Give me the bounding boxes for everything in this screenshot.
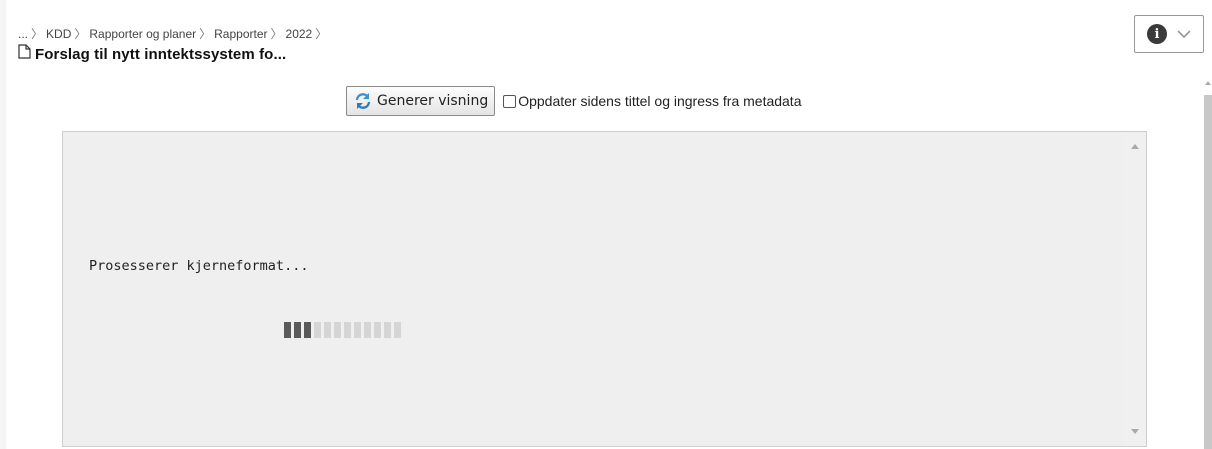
chevron-right-icon: 〉 <box>315 27 328 41</box>
preview-toolbar: Generer visning Oppdater sidens tittel o… <box>346 86 802 116</box>
page-title: Forslag til nytt inntektssystem fo... <box>35 45 287 63</box>
main-content: Generer visning Oppdater sidens tittel o… <box>6 75 1204 449</box>
page-scrollbar[interactable] <box>1204 75 1212 449</box>
update-title-checkbox-label[interactable]: Oppdater sidens tittel og ingress fra me… <box>518 93 801 109</box>
progress-segment <box>354 322 361 338</box>
progress-segment <box>314 322 321 338</box>
generate-view-label: Generer visning <box>377 93 489 109</box>
loading-progress-bar <box>284 322 404 338</box>
breadcrumb: ... 〉 KDD 〉 Rapporter og planer 〉 Rappor… <box>18 25 330 42</box>
chevron-down-icon <box>1177 30 1191 38</box>
preview-scrollbar[interactable] <box>1124 132 1146 446</box>
page-header: ... 〉 KDD 〉 Rapporter og planer 〉 Rappor… <box>6 0 1212 75</box>
preview-panel: Prosesserer kjerneformat... <box>62 131 1147 447</box>
page-scroll-thumb[interactable] <box>1204 95 1212 449</box>
chevron-right-icon: 〉 <box>74 27 87 41</box>
progress-segment <box>334 322 341 338</box>
breadcrumb-item-rapporter-og-planer[interactable]: Rapporter og planer <box>89 27 196 41</box>
cms-page: ... 〉 KDD 〉 Rapporter og planer 〉 Rappor… <box>0 0 1212 449</box>
breadcrumb-item-ellipsis[interactable]: ... <box>18 27 28 41</box>
progress-segment <box>394 322 401 338</box>
progress-segment <box>384 322 391 338</box>
update-title-checkbox[interactable] <box>503 94 517 108</box>
chevron-right-icon: 〉 <box>199 27 212 41</box>
progress-segment <box>304 322 311 338</box>
info-dropdown-button[interactable]: i <box>1134 15 1204 53</box>
page-scroll-up-icon[interactable] <box>1205 81 1211 85</box>
chevron-right-icon: 〉 <box>270 27 283 41</box>
processing-status-text: Prosesserer kjerneformat... <box>89 258 309 274</box>
progress-segment <box>284 322 291 338</box>
progress-segment <box>294 322 301 338</box>
progress-segment <box>344 322 351 338</box>
scroll-down-arrow-icon[interactable] <box>1131 429 1139 434</box>
page-title-row: Forslag til nytt inntektssystem fo... <box>18 44 286 64</box>
chevron-right-icon: 〉 <box>31 27 44 41</box>
info-icon: i <box>1147 24 1167 44</box>
breadcrumb-item-2022[interactable]: 2022 <box>286 27 313 41</box>
document-icon <box>18 44 31 64</box>
breadcrumb-item-kdd[interactable]: KDD <box>46 27 71 41</box>
generate-view-button[interactable]: Generer visning <box>346 86 496 116</box>
progress-segment <box>364 322 371 338</box>
progress-segment <box>374 322 381 338</box>
scroll-up-arrow-icon[interactable] <box>1131 144 1139 149</box>
progress-segment <box>324 322 331 338</box>
breadcrumb-item-rapporter[interactable]: Rapporter <box>214 27 267 41</box>
refresh-icon <box>353 91 373 111</box>
